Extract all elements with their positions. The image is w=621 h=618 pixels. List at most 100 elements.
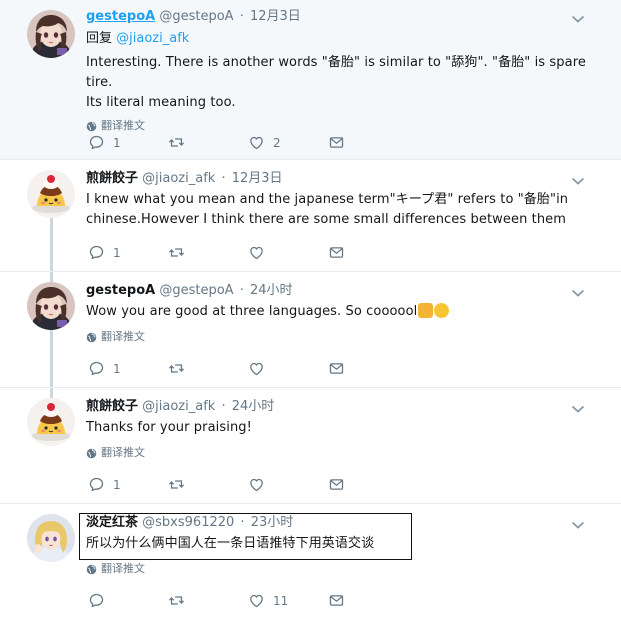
reply-count: 1 [113,361,121,376]
like-button[interactable] [248,476,328,493]
reply-count: 1 [113,477,121,492]
tweet[interactable]: 煎餅餃子 @jiaozi_afk · 12月3日 I knew what you… [0,160,621,272]
separator-dot: · [221,399,226,414]
reply-label: 回复 [86,31,113,46]
tweet-text-line: Thanks for your praising! [86,420,252,435]
heart-icon [248,360,265,377]
tweet-text-line: Wow you are good at three languages. So … [86,304,418,319]
display-name[interactable]: 煎餅餃子 [86,171,138,186]
retweet-button[interactable] [168,592,248,609]
envelope-icon [328,360,345,377]
avatar[interactable] [27,514,75,562]
tweet-header: 煎餅餃子 @jiaozi_afk · 24小时 [86,398,605,416]
display-name[interactable]: gestepoA [86,9,155,24]
timestamp[interactable]: 12月3日 [250,9,301,24]
handle[interactable]: @gestepoA [159,9,233,24]
retweet-icon [168,134,185,151]
globe-icon [86,564,97,575]
like-button[interactable] [248,244,328,261]
handle[interactable]: @jiaozi_afk [142,171,215,186]
chevron-down-icon[interactable] [571,520,587,536]
reply-button[interactable] [88,592,168,609]
reply-count: 1 [113,245,121,260]
separator-dot: · [239,9,244,24]
tweet-text: I knew what you mean and the japanese te… [86,190,605,230]
message-button[interactable] [328,476,408,493]
translate-link[interactable]: 翻译推文 [86,445,605,461]
like-button[interactable] [248,360,328,377]
grinning-face-emoji [434,303,450,318]
message-button[interactable] [328,244,408,261]
tweet-text: Interesting. There is another words "备胎"… [86,53,605,113]
handle[interactable]: @gestepoA [159,283,233,298]
reply-icon [88,134,105,151]
retweet-icon [168,360,185,377]
globe-icon [86,448,97,459]
tweet[interactable]: 煎餅餃子 @jiaozi_afk · 24小时 Thanks for your … [0,388,621,504]
message-button[interactable] [328,360,408,377]
timestamp[interactable]: 24小时 [250,283,293,298]
retweet-button[interactable] [168,134,248,151]
chevron-down-icon[interactable] [571,404,587,420]
like-button[interactable]: 11 [248,592,328,609]
display-name[interactable]: gestepoA [86,283,155,298]
reply-button[interactable]: 1 [88,244,168,261]
tweet-text-line: Interesting. There is another words "备胎"… [86,55,586,90]
mention-link[interactable]: @jiaozi_afk [116,31,189,46]
reply-count: 1 [113,135,121,150]
translate-link[interactable]: 翻译推文 [86,561,605,577]
tweet-header: gestepoA @gestepoA · 24小时 [86,282,605,300]
reply-button[interactable]: 1 [88,360,168,377]
handle[interactable]: @jiaozi_afk [142,399,215,414]
retweet-button[interactable] [168,476,248,493]
tweet-actions: 1 [88,360,408,377]
timestamp[interactable]: 24小时 [232,399,275,414]
avatar[interactable] [27,170,75,218]
avatar[interactable] [27,282,75,330]
globe-icon [86,121,97,132]
envelope-icon [328,476,345,493]
retweet-icon [168,476,185,493]
chevron-down-icon[interactable] [571,14,587,30]
retweet-icon [168,592,185,609]
tweet-header: 煎餅餃子 @jiaozi_afk · 12月3日 [86,170,605,188]
reply-icon [88,592,105,609]
tweet[interactable]: gestepoA @gestepoA · 24小时 Wow you are go… [0,272,621,388]
message-button[interactable] [328,134,408,151]
tweet[interactable]: gestepoA @gestepoA · 12月3日 回复 @jiaozi_af… [0,0,621,160]
translate-link[interactable]: 翻译推文 [86,118,605,134]
translate-label: 翻译推文 [101,330,145,343]
envelope-icon [328,592,345,609]
tweet-actions: 1 2 [88,134,408,151]
avatar[interactable] [27,10,75,58]
tweet-text-line: I knew what you mean and the japanese te… [86,192,569,207]
reply-to: 回复 @jiaozi_afk [86,30,605,48]
heart-icon [248,592,265,609]
message-button[interactable] [328,592,408,609]
heart-icon [248,244,265,261]
translate-link[interactable]: 翻译推文 [86,329,605,345]
highlight-box [79,513,412,560]
retweet-button[interactable] [168,360,248,377]
avatar[interactable] [27,398,75,446]
reply-icon [88,244,105,261]
reply-button[interactable]: 1 [88,134,168,151]
reply-button[interactable]: 1 [88,476,168,493]
timestamp[interactable]: 12月3日 [232,171,283,186]
retweet-button[interactable] [168,244,248,261]
separator-dot: · [221,171,226,186]
thumbs-up-emoji [418,303,434,318]
translate-label: 翻译推文 [101,446,145,459]
chevron-down-icon[interactable] [571,176,587,192]
retweet-icon [168,244,185,261]
tweet-header: gestepoA @gestepoA · 12月3日 [86,8,605,26]
like-button[interactable]: 2 [248,134,328,151]
tweet-text: Wow you are good at three languages. So … [86,302,605,322]
tweet-actions: 1 [88,244,408,261]
chevron-down-icon[interactable] [571,288,587,304]
envelope-icon [328,244,345,261]
envelope-icon [328,134,345,151]
tweet-text-line: Its literal meaning too. [86,95,236,110]
display-name[interactable]: 煎餅餃子 [86,399,138,414]
globe-icon [86,332,97,343]
